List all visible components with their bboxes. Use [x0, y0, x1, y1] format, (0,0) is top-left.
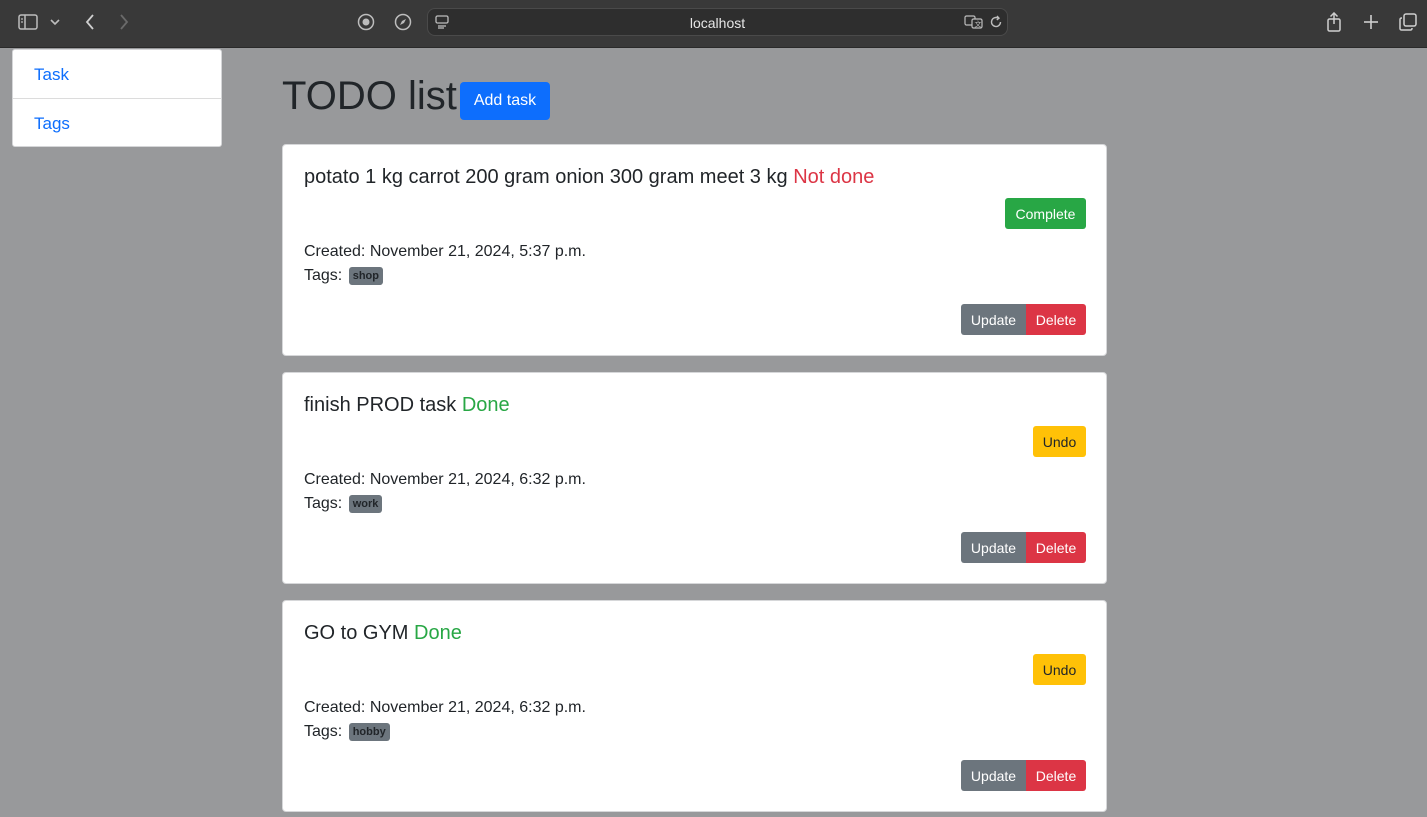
task-status: Done — [414, 622, 462, 644]
translate-icon[interactable]: 文 — [964, 14, 984, 30]
add-task-button[interactable]: Add task — [460, 82, 550, 120]
share-icon[interactable] — [1324, 11, 1344, 33]
complete-button[interactable]: Complete — [1005, 198, 1086, 229]
tag-badge: work — [348, 495, 383, 513]
task-actions: Update Delete — [961, 532, 1086, 563]
nav-item-task[interactable]: Task — [13, 50, 221, 98]
svg-text:文: 文 — [975, 20, 982, 29]
task-title: potato 1 kg carrot 200 gram onion 300 gr… — [304, 166, 874, 189]
tag-badge: shop — [348, 267, 383, 285]
side-nav: Task Tags — [12, 49, 222, 147]
task-status: Not done — [793, 166, 875, 188]
undo-button[interactable]: Undo — [1033, 426, 1086, 457]
task-card: potato 1 kg carrot 200 gram onion 300 gr… — [282, 144, 1107, 356]
task-actions: Update Delete — [961, 760, 1086, 791]
forward-icon[interactable] — [114, 11, 134, 33]
record-icon[interactable] — [356, 12, 376, 32]
task-tags: Tags: shop — [304, 267, 383, 285]
undo-button[interactable]: Undo — [1033, 654, 1086, 685]
reload-icon[interactable] — [988, 14, 1004, 30]
update-button[interactable]: Update — [961, 532, 1026, 563]
task-tags: Tags: work — [304, 495, 383, 513]
task-title-text: finish PROD task — [304, 394, 457, 416]
address-bar[interactable]: localhost 文 — [427, 8, 1008, 36]
delete-button[interactable]: Delete — [1026, 304, 1086, 335]
tags-label: Tags: — [304, 267, 343, 284]
delete-button[interactable]: Delete — [1026, 532, 1086, 563]
task-actions: Update Delete — [961, 304, 1086, 335]
tag-badge: hobby — [348, 723, 390, 741]
task-title: finish PROD task Done — [304, 394, 510, 417]
tab-overview-icon[interactable] — [1397, 12, 1419, 32]
task-card: GO to GYM Done Undo Created: November 21… — [282, 600, 1107, 812]
tags-label: Tags: — [304, 495, 343, 512]
tags-label: Tags: — [304, 723, 343, 740]
url-text: localhost — [689, 15, 746, 31]
delete-button[interactable]: Delete — [1026, 760, 1086, 791]
task-title: GO to GYM Done — [304, 622, 462, 645]
page-title: TODO list — [282, 74, 457, 118]
new-tab-icon[interactable] — [1361, 12, 1381, 32]
update-button[interactable]: Update — [961, 760, 1026, 791]
task-title-text: potato 1 kg carrot 200 gram onion 300 gr… — [304, 166, 788, 188]
back-icon[interactable] — [80, 11, 100, 33]
task-created-date: Created: November 21, 2024, 5:37 p.m. — [304, 243, 586, 260]
nav-item-tags[interactable]: Tags — [13, 98, 221, 146]
compass-icon[interactable] — [393, 12, 413, 32]
update-button[interactable]: Update — [961, 304, 1026, 335]
task-tags: Tags: hobby — [304, 723, 390, 741]
browser-toolbar: localhost 文 — [0, 0, 1427, 48]
task-card: finish PROD task Done Undo Created: Nove… — [282, 372, 1107, 584]
task-status: Done — [461, 394, 510, 416]
task-created-date: Created: November 21, 2024, 6:32 p.m. — [304, 471, 586, 488]
sidebar-toggle-icon[interactable] — [17, 12, 39, 32]
task-created-date: Created: November 21, 2024, 6:32 p.m. — [304, 699, 586, 716]
chevron-down-icon[interactable] — [48, 15, 62, 29]
task-title-text: GO to GYM — [304, 622, 409, 644]
